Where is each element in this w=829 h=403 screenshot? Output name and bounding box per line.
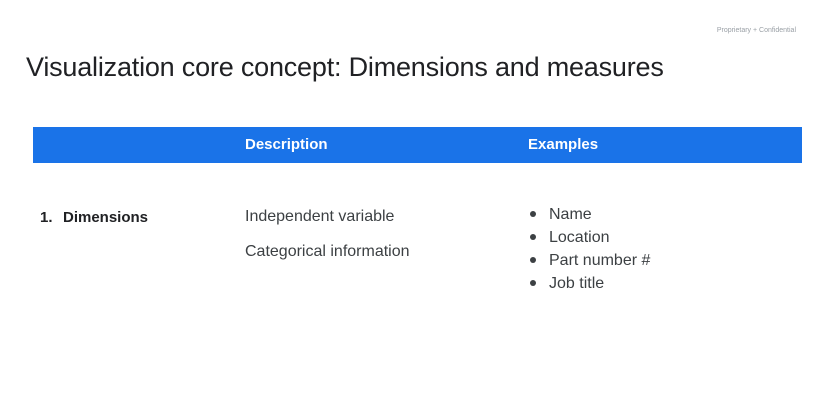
list-item: Location [528,226,650,249]
description-line: Independent variable [245,208,395,225]
list-item: Name [528,203,650,226]
bullet-icon [530,211,536,217]
row-label-dimensions: 1. Dimensions [40,209,148,226]
bullet-icon [530,234,536,240]
bullet-icon [530,280,536,286]
list-item: Part number # [528,249,650,272]
slide: Proprietary + Confidential Visualization… [0,0,829,403]
example-text: Part number # [549,252,651,269]
slide-title: Visualization core concept: Dimensions a… [26,52,664,82]
list-item: Job title [528,272,650,295]
table-header-row: Description Examples [33,127,802,163]
examples-list: Name Location Part number # Job title [528,203,650,295]
bullet-icon [530,257,536,263]
header-description: Description [245,136,328,153]
row-number: 1. [40,209,53,226]
table-row: 1. Dimensions Independent variable Catego… [33,163,802,292]
example-text: Job title [549,275,605,292]
row-label-text: Dimensions [63,209,149,226]
concept-table: Description Examples 1. Dimensions Indepe… [33,127,802,292]
description-line: Categorical information [245,243,410,260]
confidential-label: Proprietary + Confidential [716,27,796,34]
header-examples: Examples [528,136,599,153]
example-text: Name [549,206,592,223]
example-text: Location [549,229,610,246]
